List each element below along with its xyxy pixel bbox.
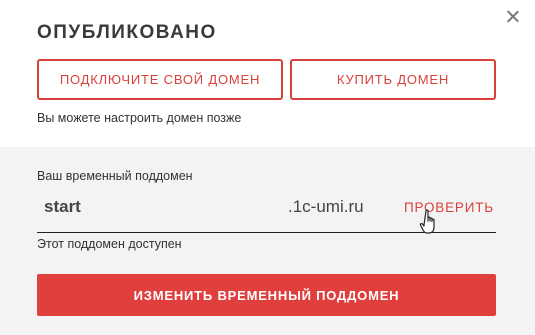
publish-dialog: ОПУБЛИКОВАНО ПОДКЛЮЧИТЕ СВОЙ ДОМЕН КУПИТ… xyxy=(0,0,535,335)
dialog-title: ОПУБЛИКОВАНО xyxy=(37,22,217,43)
subdomain-input[interactable] xyxy=(44,197,244,217)
buy-domain-button[interactable]: КУПИТЬ ДОМЕН xyxy=(290,59,496,100)
close-icon[interactable] xyxy=(504,8,522,26)
check-subdomain-button[interactable]: ПРОВЕРИТЬ xyxy=(404,200,494,215)
domain-suffix: .1c-umi.ru xyxy=(288,197,364,216)
dialog-header-section: ОПУБЛИКОВАНО ПОДКЛЮЧИТЕ СВОЙ ДОМЕН КУПИТ… xyxy=(0,0,535,147)
setup-later-hint: Вы можете настроить домен позже xyxy=(37,111,242,125)
connect-domain-button[interactable]: ПОДКЛЮЧИТЕ СВОЙ ДОМЕН xyxy=(37,59,283,100)
change-subdomain-button[interactable]: ИЗМЕНИТЬ ВРЕМЕННЫЙ ПОДДОМЕН xyxy=(37,274,496,316)
subdomain-panel: Ваш временный поддомен .1c-umi.ru ПРОВЕР… xyxy=(0,147,535,335)
hand-pointer-icon xyxy=(419,209,435,234)
subdomain-label: Ваш временный поддомен xyxy=(37,169,193,183)
subdomain-status: Этот поддомен доступен xyxy=(37,237,182,251)
